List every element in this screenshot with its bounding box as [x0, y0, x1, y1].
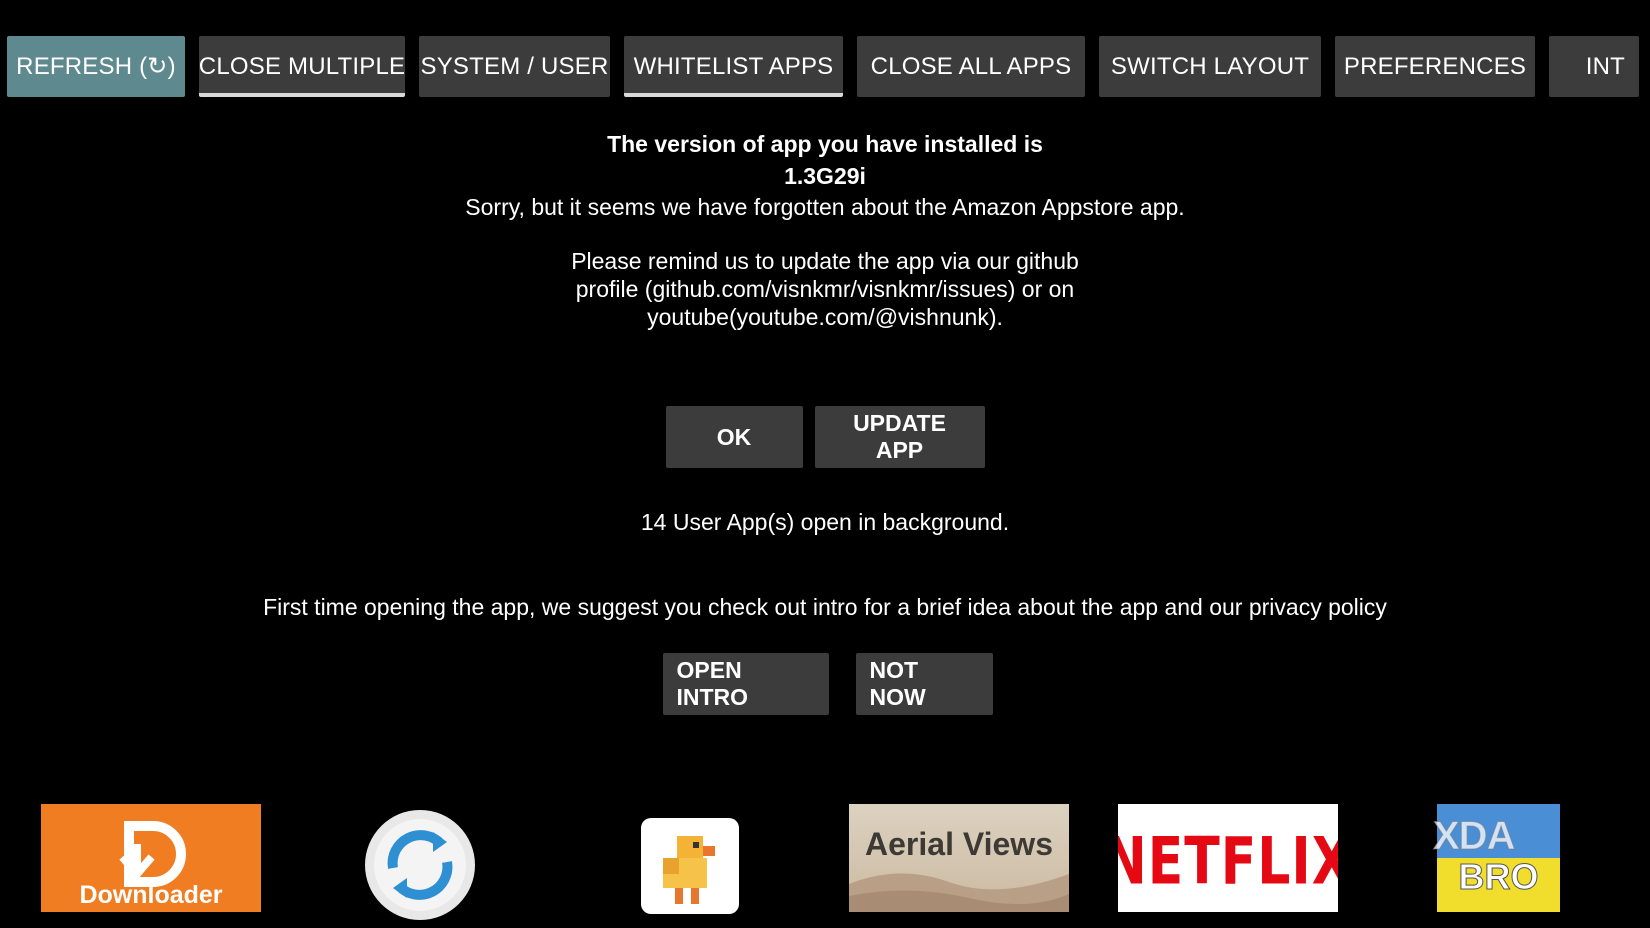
tab-whitelist-apps[interactable]: WHITELIST APPS	[624, 36, 843, 97]
xda-watermark: XDA	[1432, 814, 1515, 859]
tab-switch-layout[interactable]: SWITCH LAYOUT	[1099, 36, 1321, 97]
sync-icon	[365, 810, 475, 920]
tv-bro-icon: BRO	[1458, 856, 1539, 898]
netflix-icon: NETFLIX	[1118, 824, 1338, 900]
aerial-views-label: Aerial Views	[865, 826, 1053, 862]
remind-message: Please remind us to update the app via o…	[571, 248, 1079, 330]
top-tab-bar: REFRESH (↻) CLOSE MULTIPLE SYSTEM / USER…	[7, 36, 1639, 97]
open-intro-button[interactable]: OPEN INTRO	[662, 653, 829, 715]
version-title: The version of app you have installed is	[607, 131, 1043, 157]
downloader-label: Downloader	[79, 881, 223, 909]
tab-system-user[interactable]: SYSTEM / USER	[419, 36, 610, 97]
intro-suggestion-text: First time opening the app, we suggest y…	[263, 594, 1387, 620]
background-apps-status: 14 User App(s) open in background.	[640, 509, 1010, 535]
app-downloader[interactable]: Downloader	[41, 804, 261, 912]
duck-icon	[663, 836, 715, 904]
app-netflix[interactable]: NETFLIX	[1118, 804, 1338, 912]
tab-close-all-apps[interactable]: CLOSE ALL APPS	[857, 36, 1085, 97]
tab-intro[interactable]: INT	[1549, 36, 1639, 97]
task-manager-screen: REFRESH (↻) CLOSE MULTIPLE SYSTEM / USER…	[0, 0, 1650, 928]
tab-preferences[interactable]: PREFERENCES	[1335, 36, 1535, 97]
update-app-button[interactable]: UPDATE APP	[814, 406, 985, 468]
app-aerial-views[interactable]: Aerial Views	[849, 804, 1069, 912]
tab-refresh[interactable]: REFRESH (↻)	[7, 36, 185, 97]
update-dialog: The version of app you have installed is…	[0, 128, 1650, 468]
intro-button-row: OPEN INTRO NOT NOW	[0, 653, 1650, 715]
dialog-button-row: OK UPDATE APP	[0, 406, 1650, 468]
app-duck[interactable]	[641, 818, 739, 914]
version-number: 1.3G29i	[784, 163, 866, 189]
app-list: Downloader Aerial Views ETFLI BRO	[0, 804, 1650, 928]
forgotten-message: Sorry, but it seems we have forgotten ab…	[465, 194, 1185, 220]
tab-close-multiple[interactable]: CLOSE MULTIPLE	[199, 36, 405, 97]
app-sync[interactable]	[363, 808, 477, 922]
not-now-button[interactable]: NOT NOW	[855, 653, 993, 715]
ok-button[interactable]: OK	[665, 406, 803, 468]
